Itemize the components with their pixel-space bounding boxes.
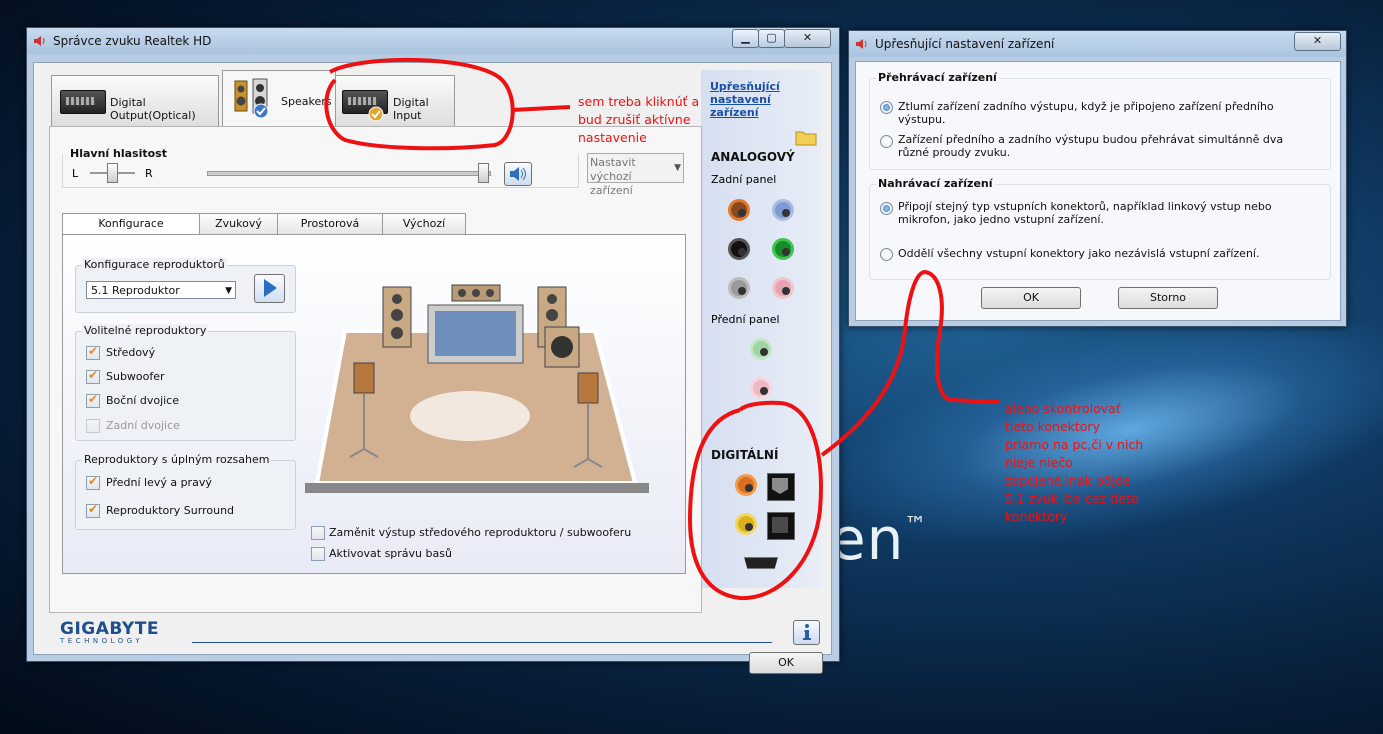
annotation-note-1: sem treba kliknúť a bud zrušiť aktívne n… (578, 94, 700, 145)
annotation-note-2: alebo skontrolovať tieto konektory priam… (1005, 401, 1144, 524)
